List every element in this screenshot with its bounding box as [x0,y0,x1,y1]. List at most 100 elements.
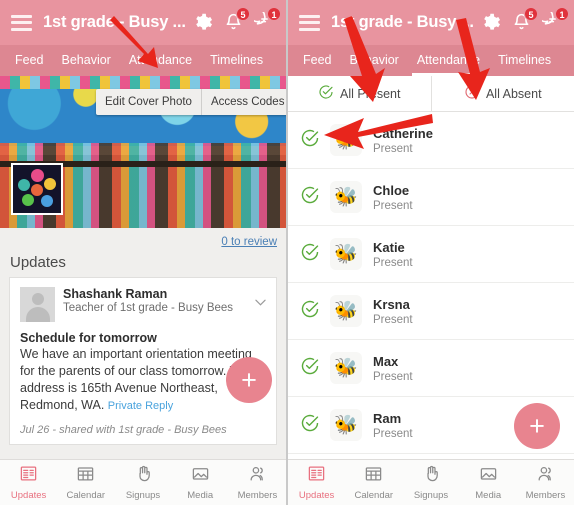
avatar: 🐝 [330,124,362,156]
nav-item-calendar[interactable]: Calendar [345,464,402,501]
student-name: Max [373,353,399,369]
tab-bar-left: Feed Behavior Attendance Timelines [0,45,286,76]
people-icon [248,464,267,488]
hamburger-icon[interactable] [11,14,32,31]
all-absent-button[interactable]: All Absent [430,76,574,111]
tab-attendance[interactable]: Attendance [408,45,489,76]
nav-label-calendar: Calendar [66,490,106,501]
calendar-icon [76,464,95,488]
nav-item-media[interactable]: Media [460,464,517,501]
tab-behavior[interactable]: Behavior [341,45,408,76]
calendar-icon [364,464,383,488]
tab-feed[interactable]: Feed [6,45,53,76]
status-badge: Present [373,142,413,155]
tab-timelines[interactable]: Timelines [489,45,560,76]
attendance-check-icon[interactable] [300,356,330,381]
status-badge: Present [373,313,413,326]
avatar: 🐝 [330,409,362,441]
nav-label-media: Media [475,490,502,501]
bell-icon[interactable]: 5 [511,6,538,34]
student-info: Max Present [373,354,413,383]
tab-timelines[interactable]: Timelines [201,45,272,76]
add-button-fab[interactable]: + [226,357,272,403]
hand-icon [134,464,153,488]
nav-item-updates[interactable]: Updates [0,464,57,501]
student-name: Catherine [373,125,433,141]
nav-item-signups[interactable]: Signups [114,464,171,501]
nav-item-signups[interactable]: Signups [402,464,459,501]
all-present-button[interactable]: All Present [288,76,431,111]
page-title: 1st grade - Busy ... [331,13,474,31]
avatar: 🐝 [330,295,362,327]
class-avatar[interactable] [11,163,63,215]
attendance-check-icon[interactable] [300,299,330,324]
chat-bubble-icon[interactable]: 1 [254,6,281,34]
student-info: Katie Present [373,240,413,269]
app-header-right: 1st grade - Busy ... 5 1 [288,0,574,45]
image-icon [479,464,498,488]
status-badge: Present [373,370,413,383]
post-header: Shashank Raman Teacher of 1st grade - Bu… [20,287,266,322]
to-review-link[interactable]: 0 to review [221,236,277,248]
nav-item-members[interactable]: Members [517,464,574,501]
table-row[interactable]: 🐝 Chloe Present [288,169,574,226]
avatar: 🐝 [330,181,362,213]
nav-label-updates: Updates [10,490,47,501]
bottom-nav-right: Updates Calendar Signups Media Members [288,459,574,505]
avatar: 🐝 [330,352,362,384]
student-attendance-list: 🐝 Catherine Present 🐝 Chloe Present 🐝 Ka… [288,112,574,459]
tab-feed[interactable]: Feed [294,45,341,76]
nav-item-calendar[interactable]: Calendar [57,464,114,501]
student-name: Krsna [373,296,410,312]
student-info: Chloe Present [373,183,413,212]
tab-behavior[interactable]: Behavior [53,45,120,76]
table-row[interactable]: 🐝 Max Present [288,340,574,397]
attendance-check-icon[interactable] [300,128,330,153]
all-absent-label: All Absent [485,86,542,101]
private-reply-link[interactable]: Private Reply [108,400,173,412]
table-row[interactable]: 🐝 Krsna Present [288,283,574,340]
hamburger-icon[interactable] [299,14,320,31]
post-title: Schedule for tomorrow [20,331,157,345]
nav-item-updates[interactable]: Updates [288,464,345,501]
tab-bar-right: Feed Behavior Attendance Timelines [288,45,574,76]
x-circle-icon [464,84,480,103]
nav-item-media[interactable]: Media [172,464,229,501]
attendance-check-icon[interactable] [300,185,330,210]
table-row[interactable]: 🐝 Katie Present [288,226,574,283]
messages-badge: 1 [267,6,281,21]
left-phone-panel: 1st grade - Busy ... 5 1 Feed Behavior A… [0,0,286,505]
attendance-check-icon[interactable] [300,413,330,438]
edit-cover-photo-button[interactable]: Edit Cover Photo [96,89,201,115]
add-button-fab[interactable]: + [514,403,560,449]
student-info: Krsna Present [373,297,413,326]
image-icon [191,464,210,488]
gear-icon[interactable] [480,12,502,34]
tab-attendance[interactable]: Attendance [120,45,201,76]
status-badge: Present [373,199,413,212]
updates-feed: 0 to review Updates Shashank Raman Teach… [0,228,286,459]
all-present-label: All Present [340,86,401,101]
post-author-block: Shashank Raman Teacher of 1st grade - Bu… [63,287,233,314]
attendance-check-icon[interactable] [300,242,330,267]
student-info: Catherine Present [373,126,433,155]
table-row[interactable]: 🐝 Catherine Present [288,112,574,169]
student-name: Katie [373,239,405,255]
student-info: Ram Present [373,411,413,440]
avatar: 🐝 [330,238,362,270]
chevron-down-icon[interactable] [255,293,266,306]
gear-icon[interactable] [192,12,214,34]
nav-label-signups: Signups [413,490,449,501]
bell-icon[interactable]: 5 [223,6,250,34]
messages-badge: 1 [555,6,569,21]
status-badge: Present [373,256,413,269]
notifications-badge: 5 [524,6,538,21]
right-phone-panel: 1st grade - Busy ... 5 1 Feed Behavior A… [286,0,574,505]
post-author-role: Teacher of 1st grade - Busy Bees [63,302,234,314]
chat-bubble-icon[interactable]: 1 [542,6,569,34]
nav-item-members[interactable]: Members [229,464,286,501]
cover-actions: Edit Cover Photo Access Codes [96,89,286,115]
access-codes-button[interactable]: Access Codes [200,89,286,115]
nav-label-updates: Updates [298,490,335,501]
header-actions-right: 5 1 [480,6,569,34]
